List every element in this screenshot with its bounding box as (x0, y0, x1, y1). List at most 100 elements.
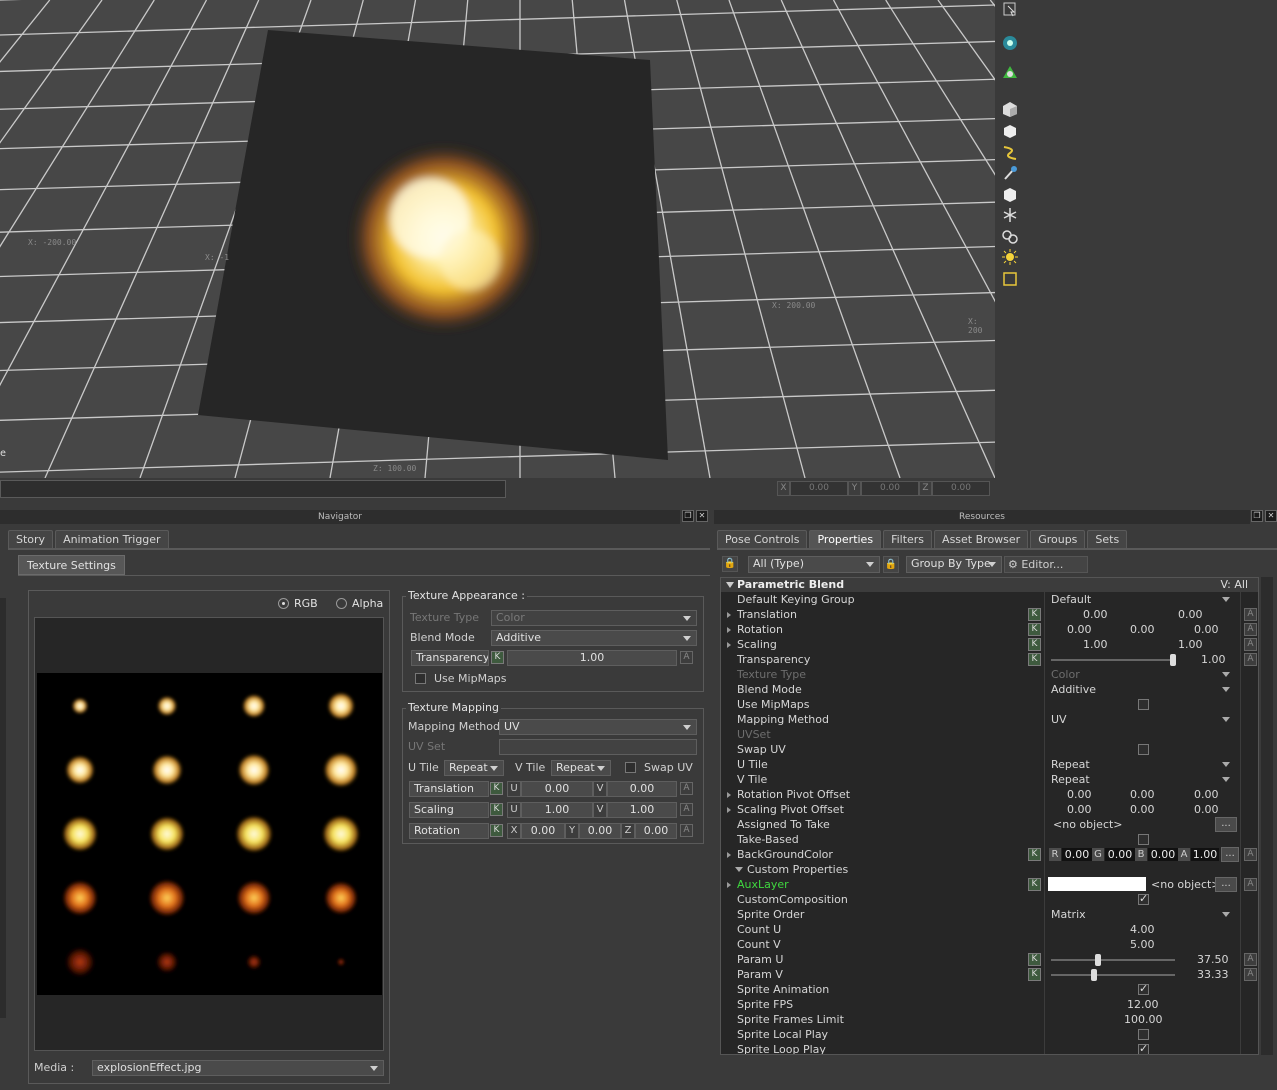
prop-row-use-mipmaps[interactable]: Use MipMaps (721, 697, 1258, 712)
transparency-slider[interactable] (1051, 659, 1175, 661)
editor-button[interactable]: ⚙ Editor... (1004, 556, 1088, 573)
prop-checkbox[interactable] (1138, 982, 1149, 995)
radio-rgb[interactable]: RGB (278, 597, 318, 610)
prop-value[interactable]: 0.00 (1130, 622, 1155, 637)
prop-checkbox[interactable] (1138, 744, 1149, 755)
bg-a-field[interactable]: 1.00 (1191, 848, 1219, 861)
key-button[interactable]: K (1028, 608, 1041, 621)
key-button[interactable]: K (1028, 653, 1041, 666)
prop-row-v-tile[interactable]: V Tile Repeat (721, 772, 1258, 787)
prop-row-blend-mode[interactable]: Blend Mode Additive (721, 682, 1258, 697)
tab-sets[interactable]: Sets (1087, 530, 1128, 548)
prop-row-param-v[interactable]: Param V K 33.33 A (721, 967, 1258, 982)
prop-value[interactable]: Repeat (1051, 757, 1090, 772)
v-tile-dropdown[interactable]: Repeat (551, 760, 611, 776)
prop-row-sprite-animation[interactable]: Sprite Animation (721, 982, 1258, 997)
key-button[interactable]: K (1028, 848, 1041, 861)
prop-checkbox[interactable] (1138, 1029, 1149, 1040)
prop-value[interactable]: 0.00 (1194, 622, 1219, 637)
marker-icon[interactable] (1001, 64, 1019, 82)
translation-v-field[interactable]: 0.00 (607, 781, 677, 797)
tab-filters[interactable]: Filters (883, 530, 933, 548)
prop-checkbox[interactable] (1138, 892, 1149, 905)
prop-row-take-based[interactable]: Take-Based (721, 832, 1258, 847)
prop-row-count-u[interactable]: Count U 4.00 (721, 922, 1258, 937)
animate-button[interactable]: A (1244, 848, 1257, 861)
prop-value[interactable]: 0.00 (1194, 802, 1219, 817)
tab-animation-trigger[interactable]: Animation Trigger (55, 530, 169, 548)
use-mipmaps-checkbox[interactable] (415, 673, 426, 684)
prop-value[interactable]: 0.00 (1083, 607, 1108, 622)
prop-row-assigned-take[interactable]: Assigned To Take <no object>... (721, 817, 1258, 832)
slider-knob[interactable] (1095, 954, 1101, 966)
scaling-u-field[interactable]: 1.00 (521, 802, 593, 818)
prop-row-mapping-method[interactable]: Mapping Method UV (721, 712, 1258, 727)
prop-value[interactable]: 0.00 (1194, 787, 1219, 802)
prop-value[interactable]: Repeat (1051, 772, 1090, 787)
prop-value[interactable]: Default (1051, 592, 1091, 607)
prop-value[interactable]: <no object> (1151, 877, 1221, 892)
prop-row-u-tile[interactable]: U Tile Repeat (721, 757, 1258, 772)
key-button[interactable]: K (1028, 623, 1041, 636)
bg-r-field[interactable]: 0.00 (1062, 848, 1092, 861)
prop-row-count-v[interactable]: Count V 5.00 (721, 937, 1258, 952)
prop-value[interactable]: 1.00 (1178, 637, 1203, 652)
translation-u-field[interactable]: 0.00 (521, 781, 593, 797)
param-v-slider[interactable] (1051, 974, 1175, 976)
prop-row-default-keying[interactable]: Default Keying Group Default (721, 592, 1258, 607)
mapping-method-dropdown[interactable]: UV (499, 719, 697, 735)
prop-checkbox[interactable] (1138, 834, 1149, 845)
animate-button[interactable]: A (1244, 878, 1257, 891)
tab-groups[interactable]: Groups (1030, 530, 1086, 548)
prop-row-swap-uv[interactable]: Swap UV (721, 742, 1258, 757)
restore-icon[interactable]: ❐ (682, 510, 694, 522)
section-header[interactable]: Parametric Blend V: All (721, 578, 1258, 592)
radio-alpha[interactable]: Alpha (336, 597, 383, 610)
key-button[interactable]: K (1028, 968, 1041, 981)
prop-value[interactable]: UV (1051, 712, 1067, 727)
transparency-field[interactable]: 1.00 (507, 650, 677, 666)
prop-row-sprite-fps[interactable]: Sprite FPS 12.00 (721, 997, 1258, 1012)
prop-value[interactable]: 0.00 (1067, 802, 1092, 817)
group-by-dropdown[interactable]: Group By Type (906, 556, 1002, 573)
viewport-progress-bar[interactable] (0, 480, 506, 498)
animate-button[interactable]: A (1244, 638, 1257, 651)
3d-viewport[interactable]: X: -200.00 X: -1 X: 200.00 X: 200 Z: 100… (0, 0, 995, 478)
texture-type-dropdown[interactable]: Color (491, 610, 697, 626)
key-button[interactable]: K (490, 824, 503, 837)
bg-g-field[interactable]: 0.00 (1105, 848, 1135, 861)
camera-icon[interactable] (1001, 34, 1019, 52)
prop-row-translation[interactable]: Translation K 0.00 0.00 A (721, 607, 1258, 622)
light-icon[interactable] (1001, 248, 1019, 266)
animate-button[interactable]: A (680, 824, 693, 837)
prop-row-scaling-pivot[interactable]: Scaling Pivot Offset 0.00 0.00 0.00 (721, 802, 1258, 817)
prop-value[interactable]: 12.00 (1127, 997, 1159, 1012)
prop-value[interactable]: 4.00 (1130, 922, 1155, 937)
prop-value[interactable]: <no object> (1053, 817, 1123, 832)
animate-button[interactable]: A (680, 782, 693, 795)
prop-value[interactable]: 1.00 (1083, 637, 1108, 652)
blend-mode-dropdown[interactable]: Additive (491, 630, 697, 646)
key-button[interactable]: K (1028, 638, 1041, 651)
tab-story[interactable]: Story (8, 530, 54, 548)
slider-knob[interactable] (1091, 969, 1097, 981)
prop-row-sprite-loop-play[interactable]: Sprite Loop Play (721, 1042, 1258, 1054)
u-tile-dropdown[interactable]: Repeat (444, 760, 504, 776)
property-scrollbar[interactable] (1261, 577, 1273, 1055)
prop-value[interactable]: 0.00 (1067, 622, 1092, 637)
prop-value[interactable]: 0.00 (1130, 802, 1155, 817)
bg-b-field[interactable]: 0.00 (1148, 848, 1178, 861)
key-button[interactable]: K (1028, 878, 1041, 891)
select-icon[interactable] (1001, 0, 1019, 18)
prop-value[interactable]: 100.00 (1124, 1012, 1163, 1027)
close-icon[interactable]: ✕ (696, 510, 708, 522)
prop-row-background-color[interactable]: BackGroundColor K R 0.00 G 0.00 B 0.00 A 1.00… (721, 847, 1258, 862)
prop-value[interactable]: 0.00 (1067, 787, 1092, 802)
prop-row-param-u[interactable]: Param U K 37.50 A (721, 952, 1258, 967)
swap-uv-checkbox[interactable] (625, 762, 636, 773)
coord-z-value[interactable]: 0.00 (932, 481, 990, 496)
prop-row-rotation[interactable]: Rotation K 0.00 0.00 0.00 A (721, 622, 1258, 637)
prop-value[interactable]: 5.00 (1130, 937, 1155, 952)
prop-value[interactable]: Additive (1051, 682, 1096, 697)
browse-button[interactable]: ... (1215, 817, 1237, 832)
